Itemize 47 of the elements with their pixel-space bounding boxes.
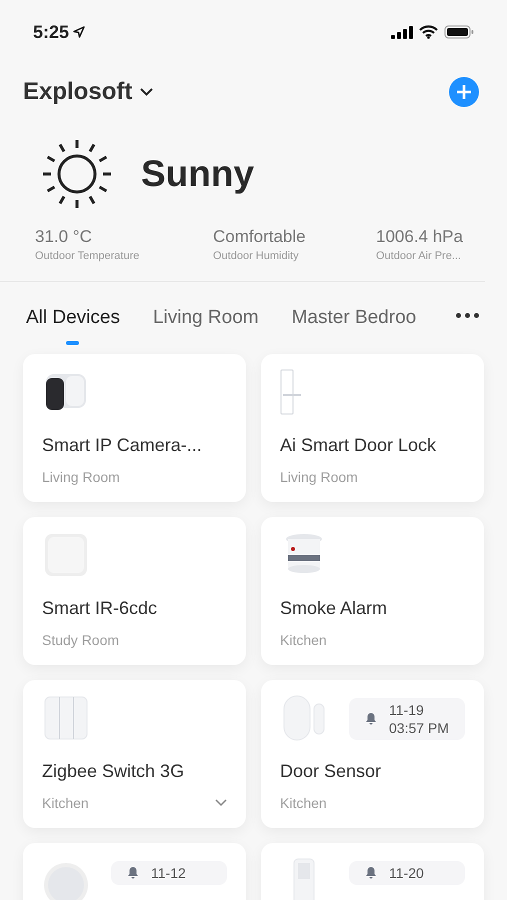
- bell-icon: [127, 866, 139, 879]
- device-card[interactable]: 11-12: [23, 842, 246, 900]
- room-tab[interactable]: All Devices: [26, 304, 120, 345]
- wifi-icon: [419, 25, 438, 39]
- room-label: Study Room: [42, 630, 120, 650]
- alert-date: 11-12: [151, 864, 186, 882]
- room-label: Kitchen: [42, 794, 89, 812]
- device-name: Zigbee Switch 3G: [42, 760, 186, 783]
- home-selector[interactable]: Explosoft: [23, 74, 154, 110]
- device-card[interactable]: Smoke Alarm Kitchen: [261, 516, 484, 664]
- device-card[interactable]: Zigbee Switch 3G Kitchen: [23, 680, 246, 828]
- device-card[interactable]: Smart IR-6cdc Study Room: [23, 516, 246, 664]
- device-name: Smart IP Camera-...: [42, 434, 203, 456]
- room-label: Living Room: [280, 468, 358, 487]
- room-label: Kitchen: [280, 794, 327, 812]
- stat-label: Outdoor Temperature: [35, 249, 140, 264]
- alert-time: 03:57 PM: [389, 718, 449, 736]
- room-tab[interactable]: Living Room: [152, 304, 259, 345]
- clock: 5:25: [33, 20, 70, 44]
- stat-value: 1006.4 hPa: [376, 226, 463, 248]
- location-arrow-icon: [73, 26, 86, 38]
- room-label: Kitchen: [280, 630, 327, 650]
- device-card[interactable]: Smart IP Camera-... Living Room: [23, 354, 246, 502]
- device-name: Smart IR-6cdc: [42, 596, 158, 620]
- plus-icon: [456, 84, 472, 100]
- device-name: Ai Smart Door Lock: [280, 434, 438, 456]
- device-name: Door Sensor: [280, 760, 382, 782]
- alert-date: 11-20: [389, 864, 424, 882]
- device-card[interactable]: Ai Smart Door Lock Living Room: [261, 354, 484, 502]
- chevron-down-icon[interactable]: [215, 799, 227, 807]
- alert-date: 11-19: [389, 700, 425, 718]
- device-card[interactable]: 11-20: [261, 842, 484, 900]
- stat-label: Outdoor Humidity: [213, 249, 300, 264]
- stat-value: 31.0 °C: [35, 226, 93, 248]
- chevron-down-icon: [140, 88, 154, 96]
- room-tab[interactable]: Master Bedroo: [292, 304, 416, 345]
- battery-icon: [444, 25, 474, 39]
- stat-label: Outdoor Air Pre...: [376, 249, 462, 264]
- weather-condition: Sunny: [141, 152, 254, 196]
- room-label: Living Room: [42, 468, 120, 487]
- bell-icon: [365, 866, 377, 879]
- bell-icon: [365, 712, 377, 725]
- add-button[interactable]: [449, 77, 479, 107]
- device-name: Smoke Alarm: [280, 596, 388, 620]
- device-card[interactable]: 11-19 03:57 PM Door Sensor Kitchen: [261, 680, 484, 828]
- stat-value: Comfortable: [213, 226, 307, 248]
- signal-icon: [391, 26, 413, 38]
